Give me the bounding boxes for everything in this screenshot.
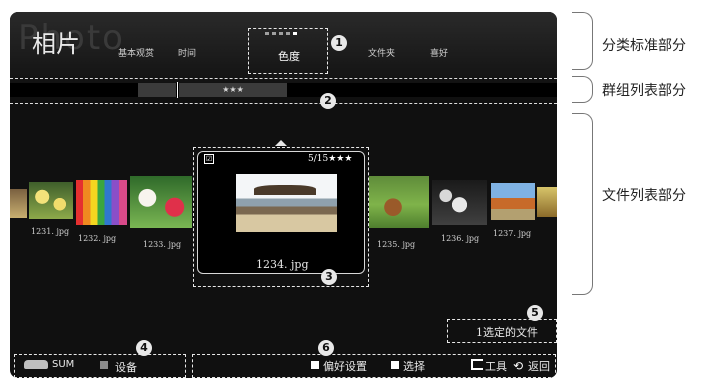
marker-1: 1 [331, 35, 347, 51]
thumbnail-partial-left[interactable] [10, 189, 27, 218]
group-section-label: 群组列表部分 [602, 83, 686, 99]
gazebo-roof [254, 185, 316, 195]
thumbnail-label: 1231. jpg [31, 227, 70, 236]
file-count-rating: 5/15★★★ [308, 154, 353, 164]
pref-key-icon [311, 361, 319, 369]
up-arrow-icon[interactable] [275, 140, 287, 146]
return-icon: ⟲ [513, 359, 524, 373]
preferences-button[interactable]: 偏好设置 [323, 358, 367, 374]
thumbnail-1235[interactable] [369, 176, 429, 228]
group-item[interactable] [138, 83, 176, 97]
select-button[interactable]: 选择 [403, 358, 425, 374]
thumbnail-label: 1236. jpg [441, 234, 480, 243]
marker-2: 2 [320, 93, 336, 109]
select-key-icon [391, 361, 399, 369]
thumbnail-label: 1232. jpg [78, 234, 117, 243]
device-icon [24, 360, 48, 369]
focused-file-name: 1234. jpg [256, 258, 309, 271]
page-title: 相片 [32, 30, 80, 58]
group-item-three-stars[interactable]: ★★★ [179, 83, 287, 97]
checkbox-icon[interactable]: ☑ [204, 154, 214, 164]
group-cursor [177, 82, 178, 98]
marker-3: 3 [321, 269, 337, 285]
page-indicator-dots [265, 32, 297, 35]
group-section-brace [572, 76, 593, 103]
tab-folder[interactable]: 文件夹 [368, 46, 395, 59]
thumbnail-1232[interactable] [76, 180, 127, 225]
tab-time[interactable]: 时间 [178, 46, 196, 59]
file-section-brace [572, 113, 593, 295]
tab-favorites[interactable]: 喜好 [430, 46, 448, 59]
thumbnail-partial-right[interactable] [537, 187, 557, 217]
category-section-brace [572, 12, 593, 70]
return-button[interactable]: 返回 [528, 358, 550, 374]
tv-screen: Photo 相片 基本观赏 时间 色度 文件夹 喜好 1 ★★★ 2 1231.… [10, 12, 557, 378]
device-label: SUM [52, 359, 75, 370]
file-section-label: 文件列表部分 [602, 188, 686, 204]
tab-color[interactable]: 色度 [278, 48, 300, 64]
device-button-key-icon [100, 361, 108, 369]
thumbnail-1236[interactable] [432, 180, 487, 225]
thumbnail-label: 1237. jpg [493, 229, 532, 238]
tools-button[interactable]: 工具 [485, 358, 507, 374]
category-section-label: 分类标准部分 [602, 38, 686, 54]
tab-basic-view[interactable]: 基本观赏 [118, 46, 154, 59]
thumbnail-1231[interactable] [29, 182, 73, 219]
thumbnail-1233[interactable] [130, 176, 192, 228]
thumbnail-label: 1233. jpg [143, 240, 182, 249]
device-button[interactable]: 设备 [115, 359, 137, 375]
thumbnail-label: 1235. jpg [377, 240, 416, 249]
tools-icon [471, 359, 483, 370]
selected-files-status: 1选定的文件 [476, 326, 538, 339]
thumbnail-1234[interactable] [236, 174, 337, 232]
thumbnail-1237[interactable] [491, 183, 535, 220]
